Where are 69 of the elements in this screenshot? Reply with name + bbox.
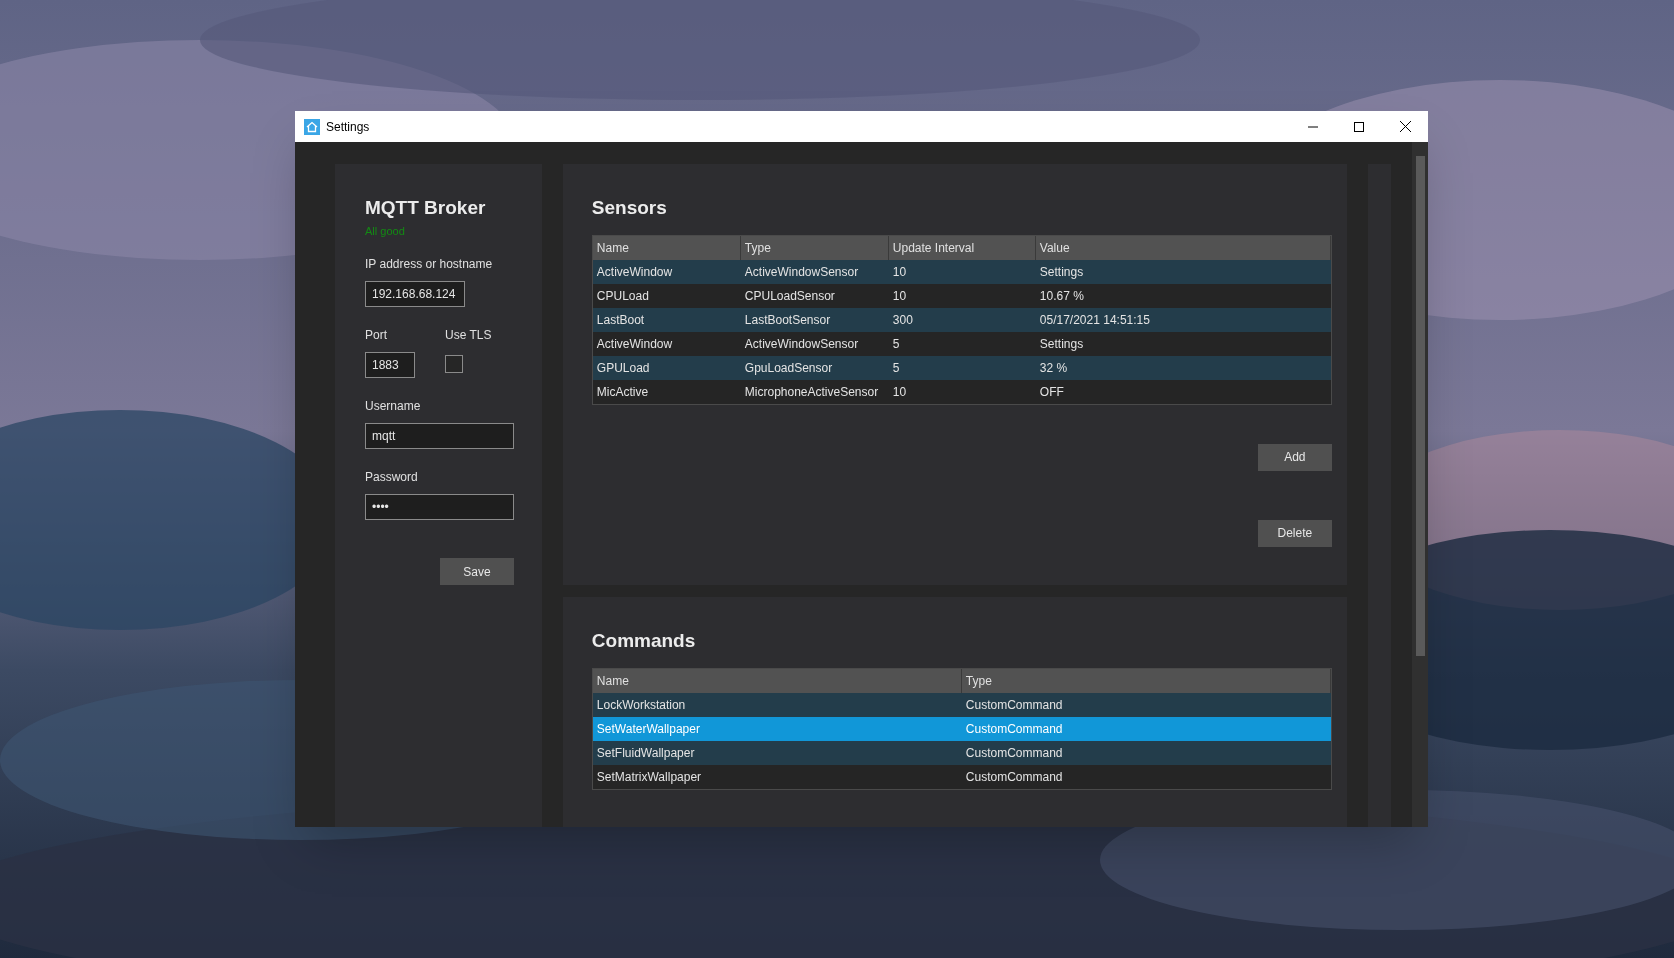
house-icon <box>304 118 320 135</box>
password-field[interactable]: •••• <box>365 494 514 520</box>
table-cell-text: 10 <box>891 263 908 281</box>
column-header[interactable]: Value <box>1035 235 1331 260</box>
table-cell-text: 10 <box>891 287 908 305</box>
table-row[interactable]: LockWorkstation CustomCommand <box>592 692 1331 717</box>
table-row[interactable]: GPULoad GpuLoadSensor 5 32 % <box>592 355 1331 380</box>
table-row[interactable]: SetMatrixWallpaper CustomCommand <box>592 764 1331 789</box>
table-cell-text: ActiveWindow <box>595 263 674 281</box>
ip-field[interactable]: 192.168.68.124 <box>365 281 465 307</box>
table-cell-text: ActiveWindowSensor <box>743 335 860 353</box>
username-field[interactable]: mqtt <box>365 423 514 449</box>
table-cell-text: CustomCommand <box>964 696 1064 714</box>
window-title: Settings <box>326 118 370 136</box>
field-label: Use TLS <box>445 327 492 344</box>
action-button[interactable]: Delete <box>1257 519 1332 547</box>
panel-heading: MQTT Broker <box>365 196 487 220</box>
save-button[interactable]: Save <box>440 558 514 585</box>
table-cell-text: SetMatrixWallpaper <box>595 768 703 786</box>
table-cell-text: MicActive <box>595 383 650 401</box>
field-label: IP address or hostname <box>365 256 494 273</box>
table-cell-text: Settings <box>1038 335 1085 353</box>
table-cell-text: ActiveWindowSensor <box>743 263 860 281</box>
table-cell-text: 05/17/2021 14:51:15 <box>1038 311 1151 329</box>
port-field[interactable]: 1883 <box>365 352 415 378</box>
table-cell-text: LockWorkstation <box>595 696 687 714</box>
tls-checkbox[interactable] <box>445 355 463 373</box>
table-cell-text: 5 <box>891 335 901 353</box>
column-header[interactable]: Name <box>592 668 962 693</box>
action-button[interactable]: Add <box>1257 443 1332 471</box>
table-cell-text: SetWaterWallpaper <box>595 720 701 738</box>
panel-heading: Commands <box>591 629 697 653</box>
column-header[interactable]: Type <box>740 235 889 260</box>
column-header[interactable]: Update Interval <box>888 235 1036 260</box>
table-cell-text: 10.67 % <box>1038 287 1085 305</box>
table-cell-text: 10 <box>891 383 908 401</box>
field-label: Port <box>365 327 388 344</box>
table-cell-text: 5 <box>891 359 901 377</box>
table-cell-text: 32 % <box>1038 359 1069 377</box>
table-cell-text: OFF <box>1038 383 1065 401</box>
table-row[interactable]: SetFluidWallpaper CustomCommand <box>592 740 1331 765</box>
table-cell-text: MicrophoneActiveSensor <box>743 383 880 401</box>
table-cell-text: SetFluidWallpaper <box>595 744 696 762</box>
table-cell-text: 300 <box>891 311 914 329</box>
panel-heading: Sensors <box>591 196 668 220</box>
table-cell-text: CPULoadSensor <box>743 287 836 305</box>
scrollbar[interactable] <box>1412 142 1428 827</box>
table-cell-text: GPULoad <box>595 359 651 377</box>
table-cell-text: LastBootSensor <box>743 311 832 329</box>
table-cell-text: CPULoad <box>595 287 650 305</box>
table-cell-text: CustomCommand <box>964 720 1064 738</box>
field-label: Password <box>365 469 419 486</box>
table-cell-text: GpuLoadSensor <box>743 359 834 377</box>
table-cell-text: CustomCommand <box>964 768 1064 786</box>
table-cell-text: LastBoot <box>595 311 646 329</box>
column-header[interactable]: Name <box>592 235 741 260</box>
table-row[interactable]: CPULoad CPULoadSensor 10 10.67 % <box>592 283 1331 308</box>
status-text: All good <box>365 223 406 239</box>
column-header[interactable]: Type <box>961 668 1331 693</box>
table-cell-text: CustomCommand <box>964 744 1064 762</box>
field-label: Username <box>365 398 422 415</box>
table-row[interactable]: LastBoot LastBootSensor 300 05/17/2021 14:51:15 <box>592 307 1331 332</box>
close-icon <box>1399 121 1411 132</box>
table-cell-text: ActiveWindow <box>595 335 674 353</box>
table-row[interactable]: ActiveWindow ActiveWindowSensor 5 Settings <box>592 331 1331 356</box>
table-row[interactable]: MicActive MicrophoneActiveSensor 10 OFF <box>592 379 1331 404</box>
maximize-icon <box>1354 121 1364 132</box>
table-row[interactable]: ActiveWindow ActiveWindowSensor 10 Settings <box>592 259 1331 284</box>
table-cell-text: Settings <box>1038 263 1085 281</box>
